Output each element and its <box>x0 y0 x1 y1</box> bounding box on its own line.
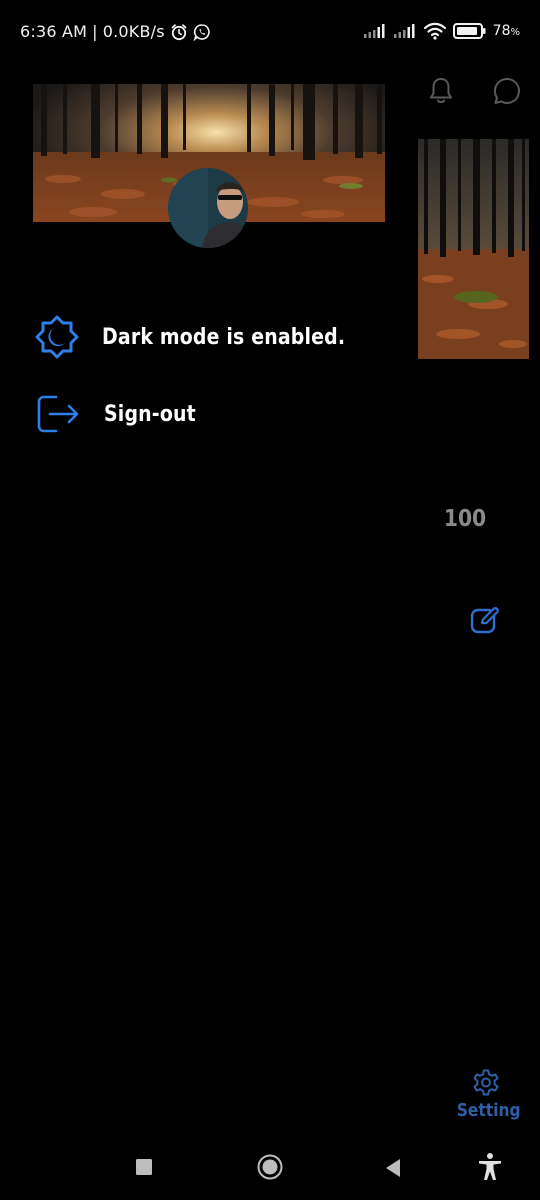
chat-icon[interactable] <box>492 76 522 106</box>
menu-item-dark-mode[interactable]: Dark mode is enabled. <box>34 314 385 360</box>
dark-mode-icon <box>35 315 79 359</box>
accessibility-icon[interactable] <box>477 1152 503 1182</box>
sign-out-icon <box>37 395 79 433</box>
status-left: 6:36 AM | 0.0KB/s <box>20 22 211 41</box>
setting-label[interactable]: Setting <box>457 1100 521 1121</box>
whatsapp-icon <box>193 23 210 41</box>
count-value: 100 <box>443 506 487 532</box>
sign-out-label: Sign-out <box>104 401 196 427</box>
battery-icon <box>452 23 486 39</box>
gear-icon[interactable] <box>471 1068 501 1098</box>
back-icon[interactable] <box>384 1158 402 1178</box>
status-right: 78% <box>363 22 520 40</box>
edit-icon[interactable] <box>469 604 501 636</box>
avatar[interactable] <box>168 168 248 248</box>
side-photo <box>418 139 529 359</box>
menu-item-sign-out[interactable]: Sign-out <box>34 393 211 435</box>
status-time: 6:36 AM <box>20 22 88 41</box>
status-separator: | <box>92 22 98 41</box>
signal-icon <box>363 24 385 38</box>
navigation-bar <box>0 1136 540 1200</box>
wifi-icon <box>423 22 446 40</box>
home-icon[interactable] <box>257 1154 283 1180</box>
status-speed: 0.0KB/s <box>102 22 165 41</box>
alarm-icon <box>171 23 187 40</box>
bell-icon[interactable] <box>427 76 455 106</box>
battery-level: 78% <box>492 23 520 39</box>
recents-icon[interactable] <box>135 1158 153 1176</box>
status-bar: 6:36 AM | 0.0KB/s 78% <box>0 0 540 64</box>
signal-icon <box>393 24 415 38</box>
dark-mode-label: Dark mode is enabled. <box>102 324 346 350</box>
